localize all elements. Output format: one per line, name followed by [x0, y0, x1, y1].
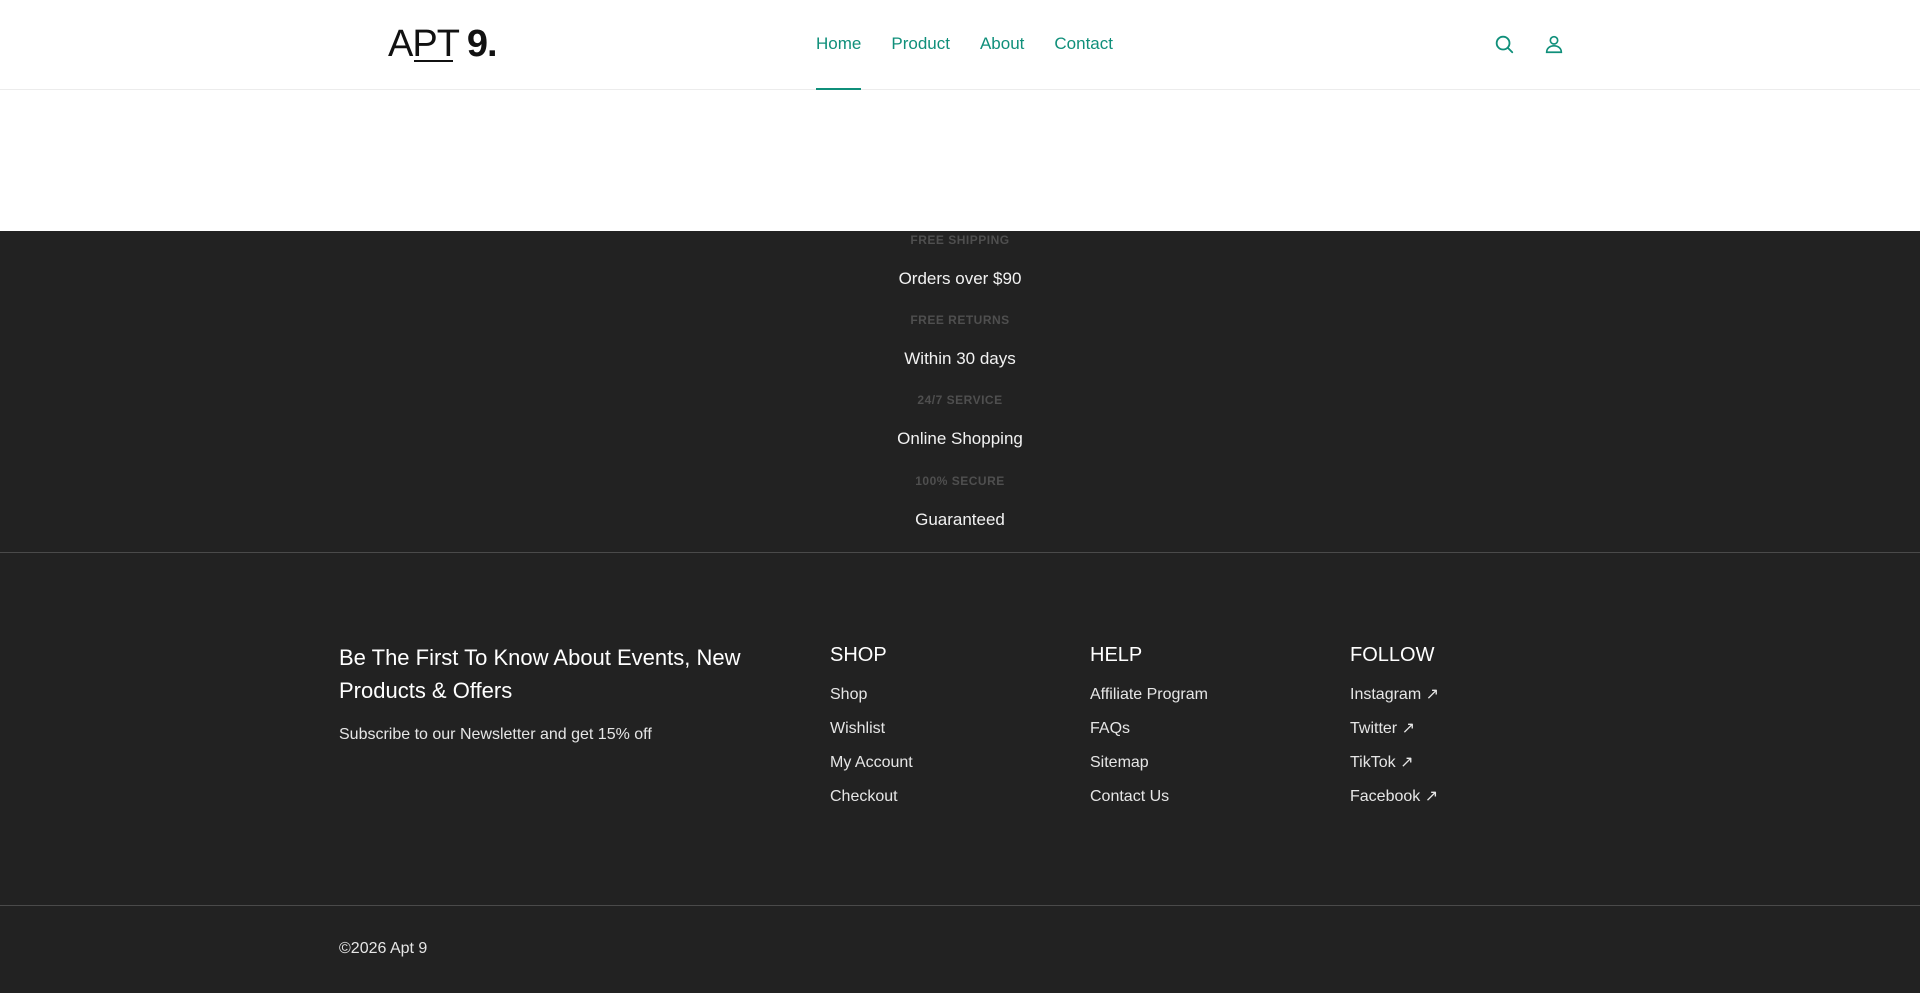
search-icon[interactable] [1493, 33, 1515, 55]
feature-text: Guaranteed [915, 510, 1005, 529]
social-link-facebook[interactable]: Facebook ↗ [1350, 787, 1439, 807]
footer-link[interactable]: Contact Us [1090, 787, 1208, 807]
feature-eyebrow: FREE RETURNS [910, 313, 1010, 327]
newsletter-title: Be The First To Know About Events, New P… [339, 645, 741, 703]
footer-link[interactable]: Shop [830, 685, 913, 705]
feature-text: Online Shopping [897, 429, 1023, 448]
feature-eyebrow: FREE SHIPPING [910, 233, 1010, 247]
features-band: FREE SHIPPING Orders over $90 FREE RETUR… [0, 231, 1920, 553]
footer-link[interactable]: Checkout [830, 787, 913, 807]
nav-home[interactable]: Home [816, 0, 862, 90]
nav-product[interactable]: Product [891, 0, 950, 90]
social-link-tiktok[interactable]: TikTok ↗ [1350, 753, 1439, 773]
nav-about[interactable]: About [980, 0, 1024, 90]
footer-link[interactable]: Sitemap [1090, 753, 1208, 773]
footer-link[interactable]: FAQs [1090, 719, 1208, 739]
logo-text-nine: 9. [466, 23, 498, 65]
footer-column-follow: FOLLOW Instagram ↗ Twitter ↗ TikTok ↗ Fa… [1350, 643, 1439, 821]
nav-contact[interactable]: Contact [1054, 0, 1113, 90]
copyright-text: ©2026 Apt 9 [339, 940, 428, 957]
feature-eyebrow: 24/7 SERVICE [917, 393, 1003, 407]
column-heading: SHOP [830, 644, 887, 666]
main-nav: Home Product About Contact [816, 0, 1143, 90]
social-link-instagram[interactable]: Instagram ↗ [1350, 685, 1439, 705]
column-heading: HELP [1090, 644, 1143, 666]
footer-column-shop: SHOP Shop Wishlist My Account Checkout [830, 643, 913, 821]
newsletter-subtitle: Subscribe to our Newsletter and get 15% … [339, 726, 652, 743]
footer-column-help: HELP Affiliate Program FAQs Sitemap Cont… [1090, 643, 1208, 821]
logo-text-apt: APT [388, 23, 460, 65]
column-heading: FOLLOW [1350, 644, 1435, 666]
site-header: APT 9. Home Product About Contact [0, 0, 1920, 90]
site-footer: Be The First To Know About Events, New P… [0, 553, 1920, 906]
footer-link[interactable]: Affiliate Program [1090, 685, 1208, 705]
footer-link[interactable]: My Account [830, 753, 913, 773]
social-link-twitter[interactable]: Twitter ↗ [1350, 719, 1439, 739]
feature-text: Orders over $90 [898, 269, 1022, 288]
feature-eyebrow: 100% SECURE [915, 474, 1005, 488]
feature-text: Within 30 days [904, 349, 1016, 368]
user-icon[interactable] [1543, 33, 1565, 55]
brand-logo[interactable]: APT 9. [388, 22, 498, 66]
footer-link[interactable]: Wishlist [830, 719, 913, 739]
footer-bottom-bar: ©2026 Apt 9 [0, 906, 1920, 993]
